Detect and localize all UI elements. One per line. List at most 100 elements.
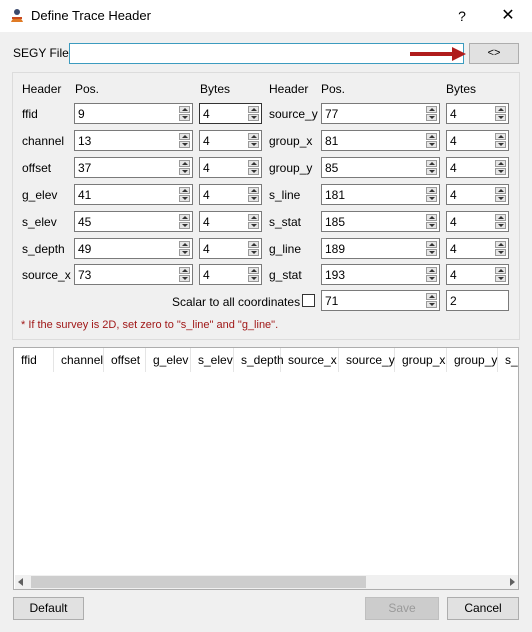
spin-up-icon[interactable] — [179, 133, 190, 140]
pos-spinbox[interactable]: 45 — [74, 211, 193, 232]
table-column-header[interactable]: group_y — [447, 348, 498, 372]
spin-down-icon[interactable] — [179, 195, 190, 202]
spin-down-icon[interactable] — [426, 301, 437, 308]
spin-up-icon[interactable] — [426, 160, 437, 167]
spin-down-icon[interactable] — [495, 249, 506, 256]
pos-spinbox[interactable]: 193 — [321, 264, 440, 285]
bytes-spinbox[interactable]: 4 — [446, 103, 509, 124]
table-column-header[interactable]: g_elev — [146, 348, 191, 372]
browse-button[interactable]: <> — [469, 43, 519, 64]
spin-down-icon[interactable] — [179, 141, 190, 148]
bytes-spinbox[interactable]: 4 — [199, 130, 262, 151]
spin-down-icon[interactable] — [248, 222, 259, 229]
spin-down-icon[interactable] — [248, 195, 259, 202]
spin-up-icon[interactable] — [495, 241, 506, 248]
cancel-button[interactable]: Cancel — [447, 597, 519, 620]
spin-up-icon[interactable] — [248, 187, 259, 194]
bytes-spinbox[interactable]: 4 — [446, 130, 509, 151]
pos-spinbox[interactable]: 189 — [321, 238, 440, 259]
spin-up-icon[interactable] — [495, 106, 506, 113]
spin-down-icon[interactable] — [248, 249, 259, 256]
spin-down-icon[interactable] — [495, 275, 506, 282]
spin-down-icon[interactable] — [426, 168, 437, 175]
table-column-header[interactable]: channel — [54, 348, 104, 372]
table-column-header[interactable]: s_l — [498, 348, 518, 372]
bytes-spinbox[interactable]: 4 — [199, 211, 262, 232]
table-column-header[interactable]: ffid — [14, 348, 54, 372]
spin-up-icon[interactable] — [495, 160, 506, 167]
spin-up-icon[interactable] — [179, 106, 190, 113]
bytes-spinbox[interactable]: 4 — [446, 264, 509, 285]
save-button[interactable]: Save — [365, 597, 439, 620]
spin-up-icon[interactable] — [426, 106, 437, 113]
spin-up-icon[interactable] — [179, 187, 190, 194]
table-column-header[interactable]: source_y — [339, 348, 395, 372]
spin-up-icon[interactable] — [495, 267, 506, 274]
bytes-spinbox[interactable]: 4 — [446, 238, 509, 259]
scroll-right-icon[interactable] — [510, 578, 515, 586]
bytes-spinbox[interactable]: 4 — [199, 157, 262, 178]
spin-down-icon[interactable] — [179, 249, 190, 256]
pos-spinbox[interactable]: 41 — [74, 184, 193, 205]
spin-up-icon[interactable] — [179, 160, 190, 167]
spin-down-icon[interactable] — [426, 114, 437, 121]
spin-down-icon[interactable] — [495, 114, 506, 121]
pos-spinbox[interactable]: 181 — [321, 184, 440, 205]
spin-up-icon[interactable] — [248, 133, 259, 140]
help-button[interactable]: ? — [448, 2, 476, 30]
spin-down-icon[interactable] — [426, 275, 437, 282]
segy-file-input[interactable] — [69, 43, 464, 64]
spin-down-icon[interactable] — [179, 114, 190, 121]
table-column-header[interactable]: source_x — [281, 348, 339, 372]
bytes-spinbox[interactable]: 4 — [199, 264, 262, 285]
spin-down-icon[interactable] — [495, 222, 506, 229]
bytes-spinbox[interactable]: 4 — [446, 211, 509, 232]
trace-header-table[interactable]: ffid channel offset g_elev s_elev s_depth sour… — [13, 347, 519, 590]
spin-up-icon[interactable] — [248, 160, 259, 167]
spin-up-icon[interactable] — [179, 214, 190, 221]
spin-down-icon[interactable] — [179, 168, 190, 175]
spin-up-icon[interactable] — [179, 241, 190, 248]
scroll-thumb[interactable] — [31, 576, 366, 588]
table-column-header[interactable]: group_x — [395, 348, 447, 372]
pos-spinbox[interactable]: 73 — [74, 264, 193, 285]
table-column-header[interactable]: s_depth — [234, 348, 284, 372]
scroll-left-icon[interactable] — [18, 578, 23, 586]
spin-up-icon[interactable] — [248, 214, 259, 221]
spin-up-icon[interactable] — [248, 267, 259, 274]
spin-down-icon[interactable] — [426, 195, 437, 202]
spin-down-icon[interactable] — [179, 222, 190, 229]
pos-spinbox[interactable]: 9 — [74, 103, 193, 124]
spin-up-icon[interactable] — [426, 293, 437, 300]
spin-down-icon[interactable] — [495, 168, 506, 175]
spin-down-icon[interactable] — [179, 275, 190, 282]
spin-down-icon[interactable] — [426, 141, 437, 148]
spin-down-icon[interactable] — [248, 114, 259, 121]
bytes-spinbox[interactable]: 4 — [199, 184, 262, 205]
scalar-checkbox[interactable] — [302, 294, 315, 307]
pos-spinbox[interactable]: 77 — [321, 103, 440, 124]
spin-up-icon[interactable] — [426, 187, 437, 194]
pos-spinbox[interactable]: 13 — [74, 130, 193, 151]
spin-down-icon[interactable] — [248, 275, 259, 282]
spin-up-icon[interactable] — [495, 214, 506, 221]
bytes-spinbox[interactable]: 4 — [199, 238, 262, 259]
bytes-spinbox[interactable]: 4 — [446, 184, 509, 205]
scalar-pos-spinbox[interactable]: 71 — [321, 290, 440, 311]
bytes-spinbox[interactable]: 4 — [446, 157, 509, 178]
spin-down-icon[interactable] — [426, 222, 437, 229]
spin-up-icon[interactable] — [426, 214, 437, 221]
horizontal-scrollbar[interactable] — [15, 575, 518, 589]
spin-up-icon[interactable] — [495, 187, 506, 194]
spin-up-icon[interactable] — [248, 106, 259, 113]
default-button[interactable]: Default — [13, 597, 84, 620]
spin-up-icon[interactable] — [248, 241, 259, 248]
spin-up-icon[interactable] — [426, 267, 437, 274]
spin-down-icon[interactable] — [248, 168, 259, 175]
spin-down-icon[interactable] — [495, 195, 506, 202]
scalar-bytes-input[interactable]: 2 — [446, 290, 509, 311]
pos-spinbox[interactable]: 185 — [321, 211, 440, 232]
table-column-header[interactable]: offset — [104, 348, 146, 372]
spin-down-icon[interactable] — [495, 141, 506, 148]
spin-down-icon[interactable] — [426, 249, 437, 256]
